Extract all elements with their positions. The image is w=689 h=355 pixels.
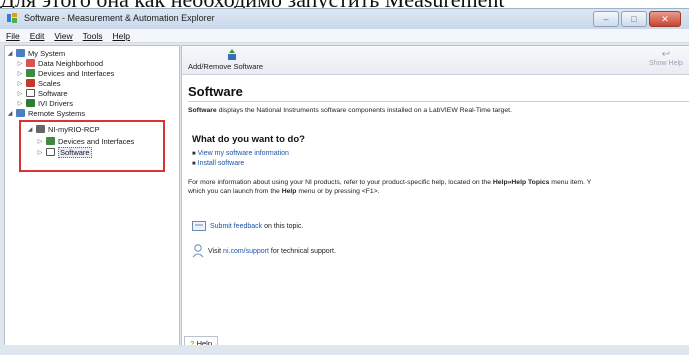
document-heading-cropped: Для этого она как необходимо запустить M… [0, 0, 689, 8]
tree-item-my-system[interactable]: ◢ My System [7, 48, 65, 58]
page-title: Software [188, 84, 243, 99]
tree-item-devices-interfaces[interactable]: ▷ Devices and Interfaces [17, 68, 115, 78]
ni-support-link[interactable]: ni.com/support [223, 248, 269, 255]
window-title: Software - Measurement & Automation Expl… [24, 13, 215, 23]
show-help-button[interactable]: ↩ Show Help [646, 49, 686, 67]
bullet-icon: ■ [192, 161, 196, 167]
view-software-info-link[interactable]: ■ View my software information [192, 150, 289, 157]
mae-window: Software - Measurement & Automation Expl… [0, 8, 689, 355]
install-software-link[interactable]: ■ Install software [192, 160, 244, 167]
menu-bar: File Edit View Tools Help [0, 29, 689, 43]
tree-item-remote-systems[interactable]: ◢ Remote Systems [7, 108, 85, 118]
highlight-annotation [19, 120, 165, 172]
add-remove-software-button[interactable]: Add/Remove Software [188, 62, 263, 71]
ivi-drivers-icon [26, 99, 35, 107]
help-arrow-icon: ↩ [661, 49, 671, 60]
menu-tools[interactable]: Tools [83, 31, 103, 41]
menu-help[interactable]: Help [112, 31, 129, 41]
menu-edit[interactable]: Edit [30, 31, 45, 41]
software-icon [26, 89, 35, 97]
support-person-icon [192, 244, 204, 258]
toolbar: Add/Remove Software ↩ Show Help [182, 46, 689, 75]
title-divider [188, 101, 689, 102]
expanded-triangle-icon: ◢ [7, 50, 13, 57]
add-remove-software-icon [228, 49, 236, 60]
devices-icon [26, 69, 35, 77]
menu-file[interactable]: File [6, 31, 20, 41]
configuration-tree: ◢ My System ▷ Data Neighborhood ▷ Device… [4, 45, 180, 347]
collapsed-triangle-icon: ▷ [17, 80, 23, 87]
minimize-button[interactable]: – [593, 11, 619, 27]
submit-feedback-link[interactable]: Submit feedback [210, 223, 262, 230]
description: Software displays the National Instrumen… [188, 107, 512, 114]
maximize-button[interactable]: □ [621, 11, 647, 27]
collapsed-triangle-icon: ▷ [17, 70, 23, 77]
computer-icon [16, 49, 25, 57]
app-icon [7, 13, 17, 23]
collapsed-triangle-icon: ▷ [17, 90, 23, 97]
feedback-icon [192, 221, 206, 231]
expanded-triangle-icon: ◢ [7, 110, 13, 117]
collapsed-triangle-icon: ▷ [17, 100, 23, 107]
support-row: Visit ni.com/support for technical suppo… [192, 244, 336, 258]
what-to-do-heading: What do you want to do? [192, 134, 305, 145]
more-info-text: For more information about using your NI… [188, 179, 592, 195]
collapsed-triangle-icon: ▷ [17, 60, 23, 67]
data-neighborhood-icon [26, 59, 35, 67]
network-icon [16, 109, 25, 117]
tree-item-ivi-drivers[interactable]: ▷ IVI Drivers [17, 98, 73, 108]
title-bar: Software - Measurement & Automation Expl… [0, 9, 689, 29]
tree-item-scales[interactable]: ▷ Scales [17, 78, 61, 88]
menu-view[interactable]: View [54, 31, 72, 41]
scales-icon [26, 79, 35, 87]
tree-item-data-neighborhood[interactable]: ▷ Data Neighborhood [17, 58, 103, 68]
help-panel: Add/Remove Software ↩ Show Help Software… [181, 45, 689, 347]
feedback-row: Submit feedback on this topic. [192, 221, 303, 231]
close-button[interactable]: ✕ [649, 11, 681, 27]
tree-item-software[interactable]: ▷ Software [17, 88, 68, 98]
bullet-icon: ■ [192, 151, 196, 157]
